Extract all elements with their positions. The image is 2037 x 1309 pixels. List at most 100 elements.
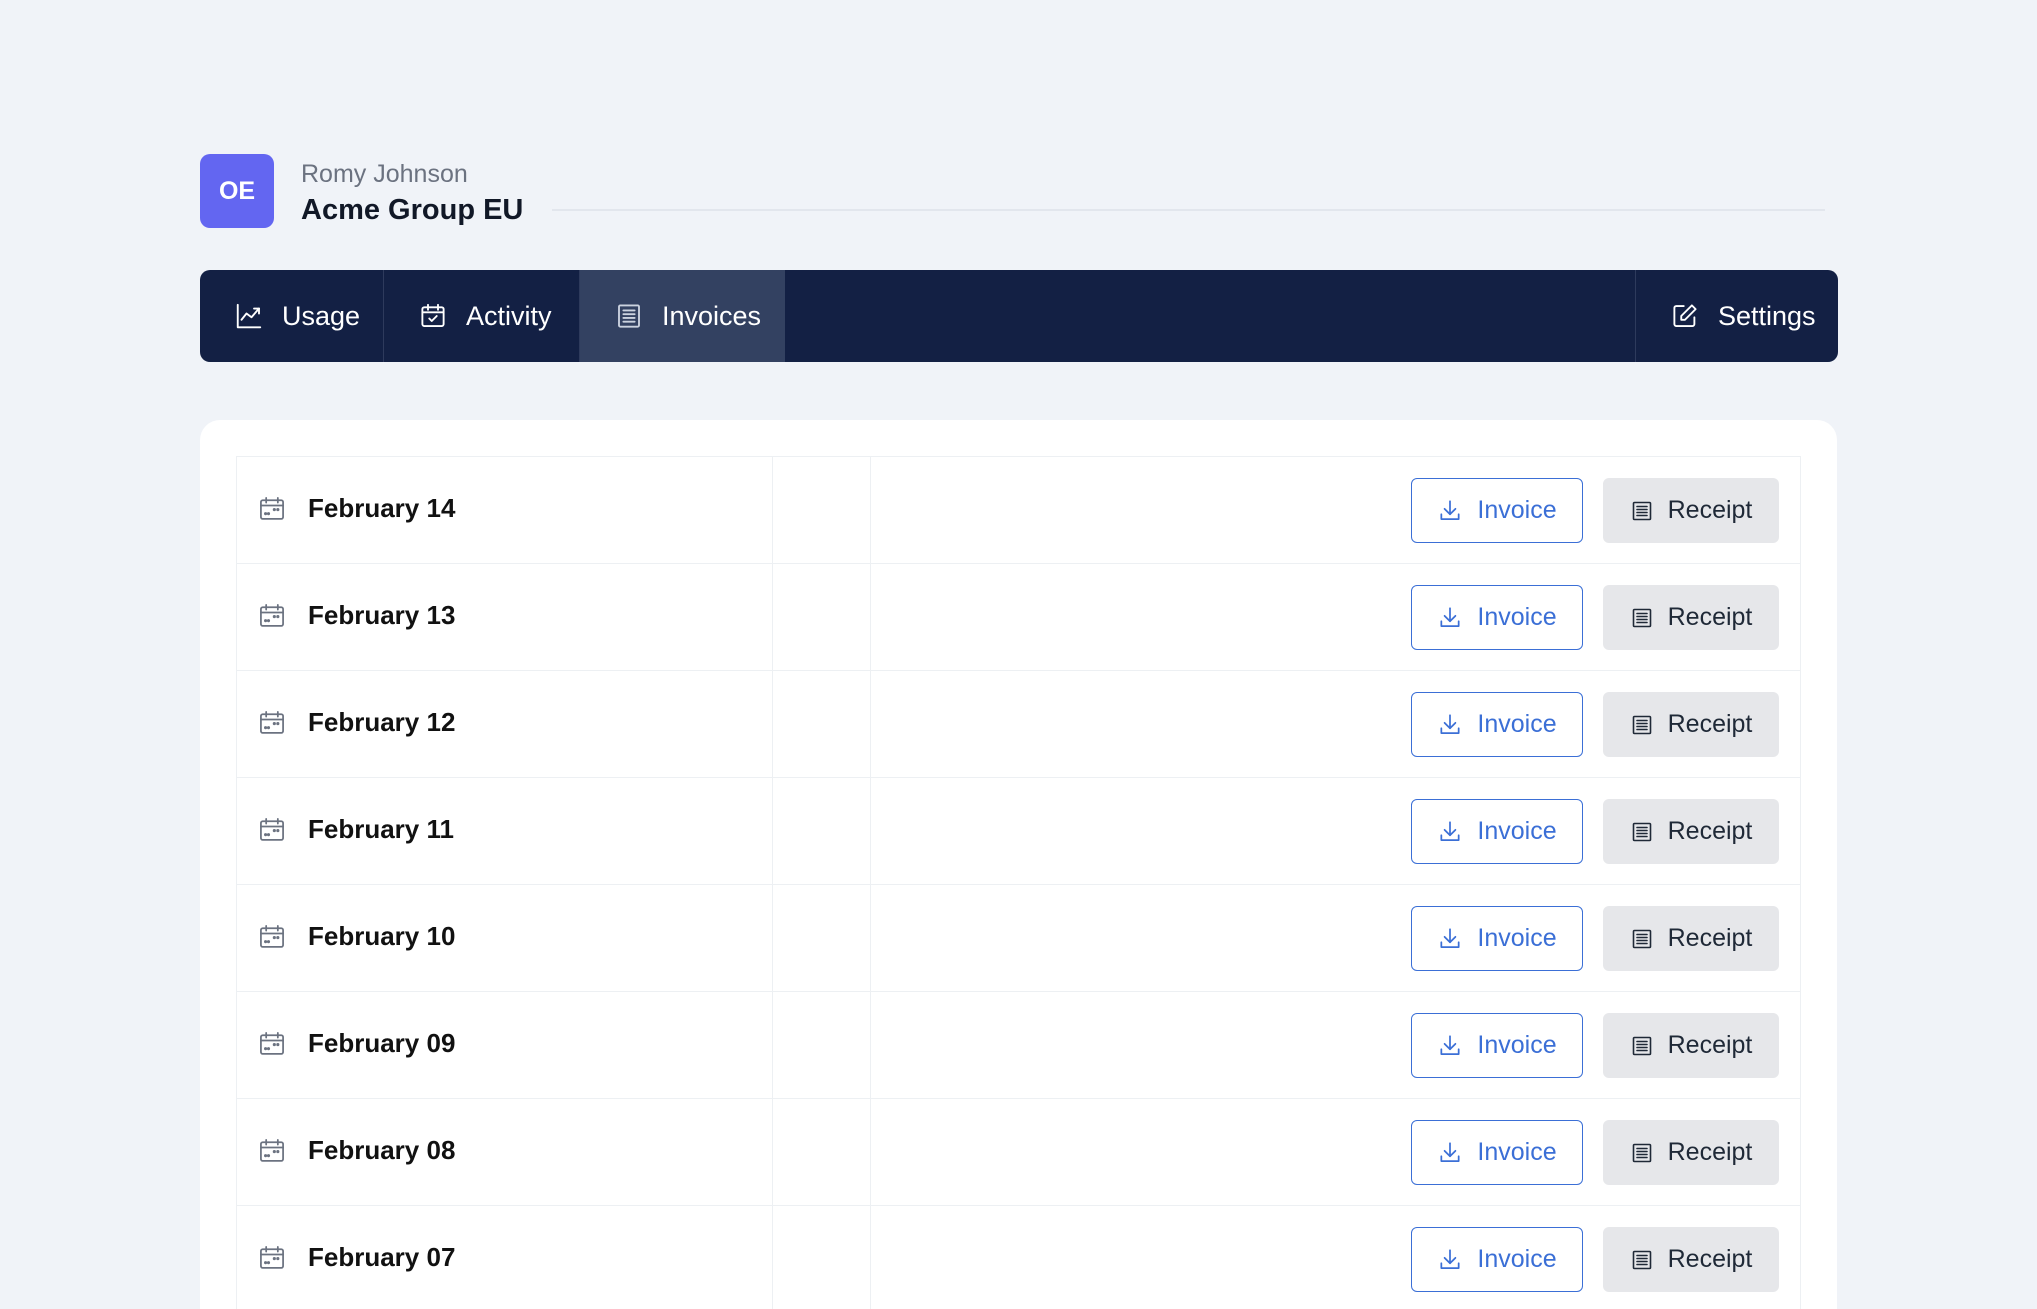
view-receipt-button[interactable]: Receipt — [1603, 1120, 1779, 1185]
avatar: OE — [200, 154, 274, 228]
invoice-date: February 09 — [308, 1028, 456, 1058]
column-divider — [772, 1099, 773, 1205]
download-icon — [1440, 499, 1460, 520]
receipt-icon — [1632, 822, 1651, 841]
column-divider — [870, 992, 871, 1098]
calendar-icon — [260, 497, 284, 520]
receipt-icon — [1632, 1143, 1651, 1162]
tab-invoices[interactable]: Invoices — [580, 270, 785, 362]
download-invoice-button[interactable]: Invoice — [1411, 1013, 1583, 1078]
invoice-button-label: Invoice — [1477, 1031, 1557, 1059]
column-divider — [772, 992, 773, 1098]
receipt-icon — [1632, 1036, 1651, 1055]
invoice-button-label: Invoice — [1477, 603, 1557, 631]
download-icon — [1440, 927, 1460, 948]
receipt-button-label: Receipt — [1667, 924, 1753, 952]
download-invoice-button[interactable]: Invoice — [1411, 478, 1583, 543]
table-row: February 12 Invoice Receipt — [237, 671, 1800, 778]
download-icon — [1440, 713, 1460, 734]
view-receipt-button[interactable]: Receipt — [1603, 585, 1779, 650]
download-invoice-button[interactable]: Invoice — [1411, 906, 1583, 971]
download-icon — [1440, 1141, 1460, 1162]
invoices-card: February 14 Invoice Receipt February 13 — [200, 420, 1837, 1309]
receipt-icon — [618, 304, 640, 328]
receipt-button-label: Receipt — [1667, 1031, 1753, 1059]
invoice-date: February 12 — [308, 707, 456, 737]
user-name: Romy Johnson — [301, 160, 468, 188]
invoice-date: February 14 — [308, 493, 456, 523]
column-divider — [870, 564, 871, 670]
calendar-icon — [260, 604, 284, 627]
view-receipt-button[interactable]: Receipt — [1603, 478, 1779, 543]
column-divider — [870, 457, 871, 563]
receipt-button-label: Receipt — [1667, 1138, 1753, 1166]
table-row: February 11 Invoice Receipt — [237, 778, 1800, 885]
receipt-icon — [1632, 929, 1651, 948]
table-row: February 09 Invoice Receipt — [237, 992, 1800, 1099]
tab-activity-label: Activity — [466, 300, 552, 331]
download-invoice-button[interactable]: Invoice — [1411, 585, 1583, 650]
download-invoice-button[interactable]: Invoice — [1411, 692, 1583, 757]
download-icon — [1440, 1034, 1460, 1055]
tab-usage[interactable]: Usage — [200, 270, 384, 362]
download-icon — [1440, 1248, 1460, 1269]
calendar-icon — [260, 1139, 284, 1162]
column-divider — [772, 671, 773, 777]
receipt-button-label: Receipt — [1667, 817, 1753, 845]
column-divider — [772, 885, 773, 991]
column-divider — [772, 457, 773, 563]
column-divider — [870, 1206, 871, 1309]
nav-bar: Usage Activity Invoices Settings — [200, 270, 1838, 362]
tab-activity[interactable]: Activity — [384, 270, 580, 362]
invoice-date: February 13 — [308, 600, 456, 630]
download-invoice-button[interactable]: Invoice — [1411, 799, 1583, 864]
column-divider — [870, 1099, 871, 1205]
invoice-button-label: Invoice — [1477, 1245, 1557, 1273]
calendar-icon — [260, 925, 284, 948]
download-invoice-button[interactable]: Invoice — [1411, 1227, 1583, 1292]
view-receipt-button[interactable]: Receipt — [1603, 692, 1779, 757]
column-divider — [870, 671, 871, 777]
calendar-icon — [260, 1246, 284, 1269]
view-receipt-button[interactable]: Receipt — [1603, 799, 1779, 864]
edit-icon — [1673, 304, 1697, 327]
calendar-check-icon — [421, 303, 445, 327]
chart-line-icon — [236, 303, 262, 329]
view-receipt-button[interactable]: Receipt — [1603, 1227, 1779, 1292]
table-row: February 07 Invoice Receipt — [237, 1206, 1800, 1309]
tab-settings[interactable]: Settings — [1635, 270, 1838, 362]
receipt-button-label: Receipt — [1667, 1245, 1753, 1273]
receipt-icon — [1632, 1250, 1651, 1269]
tab-invoices-label: Invoices — [662, 300, 762, 331]
header-divider — [552, 209, 1825, 211]
receipt-button-label: Receipt — [1667, 603, 1753, 631]
invoice-button-label: Invoice — [1477, 710, 1557, 738]
table-row: February 08 Invoice Receipt — [237, 1099, 1800, 1206]
invoice-date: February 07 — [308, 1242, 456, 1272]
invoice-button-label: Invoice — [1477, 496, 1557, 524]
download-invoice-button[interactable]: Invoice — [1411, 1120, 1583, 1185]
column-divider — [870, 885, 871, 991]
column-divider — [772, 564, 773, 670]
receipt-button-label: Receipt — [1667, 710, 1753, 738]
table-row: February 13 Invoice Receipt — [237, 564, 1800, 671]
receipt-icon — [1632, 501, 1651, 520]
download-icon — [1440, 606, 1460, 627]
invoice-button-label: Invoice — [1477, 817, 1557, 845]
calendar-icon — [260, 711, 284, 734]
column-divider — [870, 778, 871, 884]
calendar-icon — [260, 1032, 284, 1055]
column-divider — [772, 1206, 773, 1309]
invoice-date: February 10 — [308, 921, 456, 951]
invoice-date: February 08 — [308, 1135, 456, 1165]
table-row: February 14 Invoice Receipt — [237, 457, 1800, 564]
tab-usage-label: Usage — [282, 300, 361, 331]
invoice-button-label: Invoice — [1477, 1138, 1557, 1166]
tab-settings-label: Settings — [1718, 300, 1816, 331]
invoice-date: February 11 — [308, 814, 454, 844]
view-receipt-button[interactable]: Receipt — [1603, 906, 1779, 971]
org-name: Acme Group EU — [301, 194, 524, 226]
invoices-table: February 14 Invoice Receipt February 13 — [236, 456, 1801, 1309]
view-receipt-button[interactable]: Receipt — [1603, 1013, 1779, 1078]
receipt-icon — [1632, 715, 1651, 734]
